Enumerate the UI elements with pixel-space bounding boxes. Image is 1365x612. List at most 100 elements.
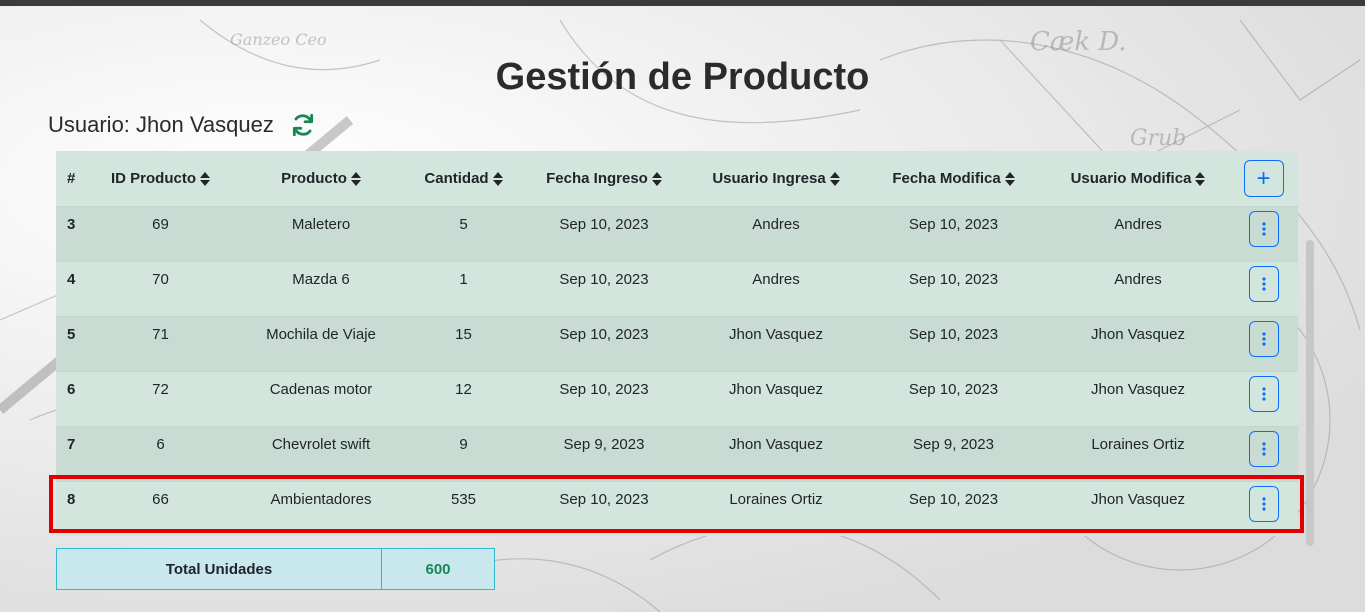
row-actions bbox=[1229, 207, 1298, 247]
cell-fecha-modifica: Sep 10, 2023 bbox=[908, 326, 999, 343]
cell-num: 3 bbox=[67, 216, 76, 233]
cell-num: 8 bbox=[67, 491, 76, 508]
header-actions: + bbox=[1229, 160, 1298, 197]
cell-fecha-ingreso: Sep 10, 2023 bbox=[559, 216, 649, 233]
cell-cantidad: 1 bbox=[459, 271, 468, 288]
svg-text:Ganzeo Ceo: Ganzeo Ceo bbox=[230, 30, 327, 49]
cell-id: 72 bbox=[152, 381, 169, 398]
header-cantidad[interactable]: Cantidad bbox=[411, 170, 516, 187]
cell-producto: Mazda 6 bbox=[292, 271, 350, 288]
sort-icon[interactable] bbox=[651, 171, 662, 186]
table-body: 3 69 Maletero 5 Sep 10, 2023 Andres Sep 10, 20… bbox=[56, 206, 1298, 536]
cell-producto: Maletero bbox=[291, 216, 351, 233]
vertical-dots-icon bbox=[1261, 387, 1266, 401]
header-num: # bbox=[67, 170, 76, 187]
row-menu-button[interactable] bbox=[1248, 486, 1279, 522]
cell-usuario-modifica: Andres bbox=[1114, 216, 1162, 233]
user-row: Usuario: Jhon Vasquez bbox=[48, 112, 316, 138]
products-table: # ID Producto Producto Cantidad Fecha In… bbox=[56, 151, 1298, 536]
cell-fecha-ingreso: Sep 10, 2023 bbox=[559, 381, 649, 398]
row-menu-button[interactable] bbox=[1248, 266, 1279, 302]
cell-usuario-modifica: Andres bbox=[1114, 271, 1162, 288]
table-row: 3 69 Maletero 5 Sep 10, 2023 Andres Sep 10, 20… bbox=[56, 206, 1298, 261]
sort-icon[interactable] bbox=[200, 171, 210, 186]
header-fecha-ingreso[interactable]: Fecha Ingreso bbox=[516, 170, 692, 187]
header-fecha-modifica[interactable]: Fecha Modifica bbox=[860, 170, 1047, 187]
header-usuario-ingresa[interactable]: Usuario Ingresa bbox=[692, 170, 860, 187]
cell-producto: Ambientadores bbox=[270, 491, 372, 508]
refresh-icon[interactable] bbox=[290, 112, 316, 138]
cell-num: 7 bbox=[67, 436, 76, 453]
cell-fecha-modifica: Sep 10, 2023 bbox=[908, 271, 999, 288]
cell-num: 4 bbox=[67, 271, 76, 288]
vertical-dots-icon bbox=[1261, 222, 1266, 236]
sort-icon[interactable] bbox=[1195, 171, 1206, 186]
cell-fecha-ingreso: Sep 10, 2023 bbox=[559, 271, 649, 288]
row-actions bbox=[1229, 427, 1298, 467]
cell-cantidad: 12 bbox=[455, 381, 472, 398]
table-row: 7 6 Chevrolet swift 9 Sep 9, 2023 Jhon Vasque… bbox=[56, 426, 1298, 481]
vertical-dots-icon bbox=[1261, 332, 1266, 346]
vertical-dots-icon bbox=[1261, 497, 1266, 511]
row-menu-button[interactable] bbox=[1248, 321, 1279, 357]
header-producto[interactable]: Producto bbox=[231, 170, 411, 187]
svg-text:Grub: Grub bbox=[1130, 126, 1186, 151]
cell-fecha-modifica: Sep 10, 2023 bbox=[908, 491, 999, 508]
sort-icon[interactable] bbox=[350, 171, 361, 186]
row-menu-button[interactable] bbox=[1248, 376, 1279, 412]
user-label: Usuario: Jhon Vasquez bbox=[48, 112, 274, 137]
table-row: 4 70 Mazda 6 1 Sep 10, 2023 Andres Sep 10, 202… bbox=[56, 261, 1298, 316]
cell-usuario-modifica: Jhon Vasquez bbox=[1091, 326, 1185, 343]
cell-id: 66 bbox=[152, 491, 169, 508]
row-actions bbox=[1229, 317, 1298, 357]
cell-fecha-ingreso: Sep 10, 2023 bbox=[559, 491, 649, 508]
cell-num: 6 bbox=[67, 381, 76, 398]
cell-producto: Chevrolet swift bbox=[271, 436, 371, 453]
cell-usuario-ingresa: Jhon Vasquez bbox=[729, 326, 823, 343]
row-menu-button[interactable] bbox=[1248, 211, 1279, 247]
sort-icon[interactable] bbox=[492, 171, 503, 186]
cell-fecha-ingreso: Sep 10, 2023 bbox=[559, 326, 649, 343]
header-usuario-modifica[interactable]: Usuario Modifica bbox=[1047, 170, 1229, 187]
cell-fecha-ingreso: Sep 9, 2023 bbox=[563, 436, 645, 453]
header-id-producto[interactable]: ID Producto bbox=[90, 170, 231, 187]
row-actions bbox=[1229, 482, 1298, 522]
cell-usuario-ingresa: Jhon Vasquez bbox=[729, 436, 823, 453]
vertical-dots-icon bbox=[1261, 442, 1266, 456]
cell-fecha-modifica: Sep 10, 2023 bbox=[908, 216, 999, 233]
total-label: Total Unidades bbox=[57, 549, 382, 589]
vertical-dots-icon bbox=[1261, 277, 1266, 291]
cell-id: 6 bbox=[156, 436, 165, 453]
cell-id: 71 bbox=[152, 326, 169, 343]
cell-usuario-ingresa: Andres bbox=[752, 271, 800, 288]
cell-producto: Mochila de Viaje bbox=[266, 326, 376, 343]
row-actions bbox=[1229, 262, 1298, 302]
top-bar bbox=[0, 0, 1365, 6]
cell-usuario-ingresa: Loraines Ortiz bbox=[729, 491, 823, 508]
cell-fecha-modifica: Sep 10, 2023 bbox=[908, 381, 999, 398]
add-product-button[interactable]: + bbox=[1243, 160, 1284, 197]
sort-icon[interactable] bbox=[1004, 171, 1015, 186]
cell-cantidad: 535 bbox=[450, 491, 477, 508]
cell-num: 5 bbox=[67, 326, 76, 343]
cell-usuario-modifica: Jhon Vasquez bbox=[1091, 381, 1185, 398]
cell-usuario-modifica: Loraines Ortiz bbox=[1091, 436, 1185, 453]
cell-id: 70 bbox=[152, 271, 169, 288]
total-units: Total Unidades 600 bbox=[56, 548, 495, 590]
sort-icon[interactable] bbox=[829, 171, 840, 186]
table-row: 8 66 Ambientadores 535 Sep 10, 2023 Loraines … bbox=[56, 481, 1298, 536]
cell-cantidad: 9 bbox=[459, 436, 468, 453]
cell-producto: Cadenas motor bbox=[269, 381, 373, 398]
cell-usuario-ingresa: Jhon Vasquez bbox=[729, 381, 823, 398]
table-scrollbar[interactable] bbox=[1306, 240, 1314, 546]
table-row: 6 72 Cadenas motor 12 Sep 10, 2023 Jhon Vasqu… bbox=[56, 371, 1298, 426]
table-header: # ID Producto Producto Cantidad Fecha In… bbox=[56, 151, 1298, 206]
cell-fecha-modifica: Sep 9, 2023 bbox=[913, 436, 994, 453]
table-row: 5 71 Mochila de Viaje 15 Sep 10, 2023 Jhon Va… bbox=[56, 316, 1298, 371]
page-title: Gestión de Producto bbox=[495, 56, 870, 98]
row-menu-button[interactable] bbox=[1248, 431, 1279, 467]
row-actions bbox=[1229, 372, 1298, 412]
cell-id: 69 bbox=[152, 216, 169, 233]
cell-cantidad: 5 bbox=[459, 216, 468, 233]
cell-usuario-modifica: Jhon Vasquez bbox=[1091, 491, 1185, 508]
